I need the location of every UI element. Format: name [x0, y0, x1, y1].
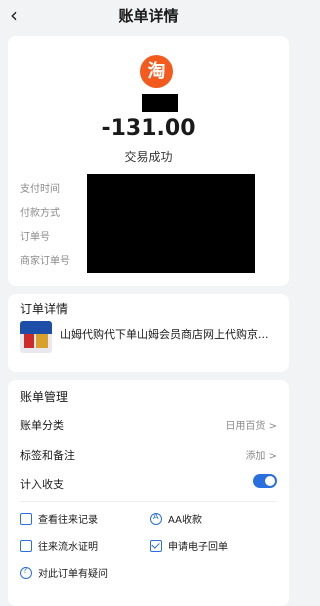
e-receipt-action[interactable]: 申请电子回单 [150, 538, 228, 553]
category-label: 账单分类 [20, 419, 64, 432]
thumb-graphic [24, 334, 34, 348]
transaction-status: 交易成功 [124, 150, 173, 164]
aa-action[interactable]: AA收款 [150, 511, 202, 526]
product-name[interactable]: 山姆代购代下单山姆会员商店网上代购京... [60, 326, 269, 342]
aa-label: AA收款 [168, 515, 202, 526]
bill-summary-card: 淘 -131.00 交易成功 支付时间 付款方式 订单号 商家订单号 [8, 36, 289, 286]
aa-icon [150, 512, 162, 525]
back-chevron-icon[interactable]: ‹ [10, 4, 18, 26]
nav-bar: ‹ 账单详情 [0, 0, 297, 32]
question-label: 对此订单有疑问 [38, 569, 108, 580]
statement-action[interactable]: 往来流水证明 [20, 538, 98, 553]
e-receipt-label: 申请电子回单 [168, 542, 228, 553]
amount: -131.00 [101, 116, 196, 141]
income-label: 计入收支 [20, 478, 64, 491]
order-detail-card[interactable]: 订单详情 山姆代购代下单山姆会员商店网上代购京... [8, 294, 289, 372]
mail-icon [150, 540, 162, 552]
field-label-pay-method: 付款方式 [20, 208, 60, 219]
manage-section-title: 账单管理 [20, 390, 69, 404]
tags-label: 标签和备注 [20, 449, 75, 462]
redacted-merchant-name [142, 94, 178, 112]
redacted-field-values [87, 174, 255, 273]
product-thumbnail[interactable] [20, 321, 52, 353]
taobao-logo-icon: 淘 [140, 55, 173, 88]
document-icon [20, 540, 32, 552]
bill-management-card: 账单管理 账单分类 日用百货 > 标签和备注 添加 > 计入收支 查看往来记录 … [8, 380, 289, 606]
order-section-title: 订单详情 [20, 302, 69, 316]
tags-row[interactable]: 标签和备注 添加 > [20, 445, 277, 463]
field-label-order-no: 订单号 [20, 232, 50, 243]
statement-label: 往来流水证明 [38, 542, 98, 553]
category-value[interactable]: 日用百货 > [225, 417, 277, 432]
income-row: 计入收支 [20, 474, 277, 492]
page-title: 账单详情 [118, 7, 179, 25]
field-labels: 支付时间 付款方式 订单号 商家订单号 [20, 183, 70, 279]
field-label-pay-time: 支付时间 [20, 184, 60, 195]
view-history-label: 查看往来记录 [38, 515, 98, 526]
toggle-knob [265, 476, 275, 486]
tags-value[interactable]: 添加 > [245, 447, 277, 462]
divider [20, 501, 277, 502]
question-action[interactable]: 对此订单有疑问 [20, 565, 108, 580]
view-history-action[interactable]: 查看往来记录 [20, 511, 98, 526]
question-icon [20, 566, 32, 579]
thumb-graphic [36, 334, 48, 348]
field-label-merchant-order-no: 商家订单号 [20, 256, 70, 267]
category-row[interactable]: 账单分类 日用百货 > [20, 415, 277, 433]
history-icon [20, 513, 32, 525]
income-toggle[interactable] [253, 474, 277, 488]
